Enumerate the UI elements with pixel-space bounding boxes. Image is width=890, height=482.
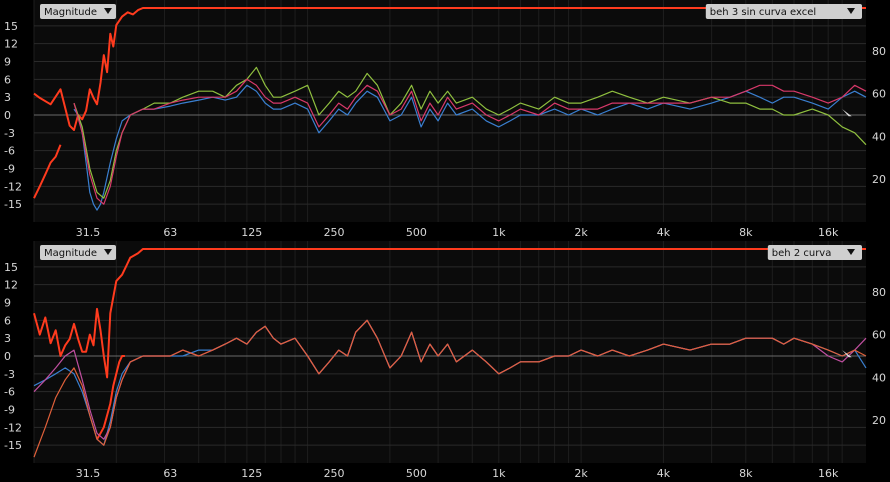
x-tick-label: 500: [406, 226, 427, 239]
y-tick-label: -6: [4, 145, 15, 158]
y-tick-label: 15: [4, 261, 18, 274]
x-tick-label: 2k: [574, 467, 588, 480]
y-tick-label: -9: [4, 404, 15, 417]
y-tick-label: 0: [4, 350, 11, 363]
y-tick-label: 12: [4, 279, 18, 292]
magnitude-chart-bottom[interactable]: 15129630-3-6-9-12-158060402031.5 63 125 250…: [0, 241, 890, 482]
y-right-tick-label: 20: [872, 173, 886, 186]
y-tick-label: -12: [4, 180, 22, 193]
x-tick-label: 31.5: [76, 226, 101, 239]
y-tick-label: 6: [4, 314, 11, 327]
y-tick-label: -12: [4, 421, 22, 434]
magnitude-panel-top: 15 12 9 6 3 0 -3 -6 -9 -12 -15 80 60 40 20 31.5 63 125 250…: [0, 0, 890, 241]
y-tick-label: -3: [4, 368, 15, 381]
x-tick-label: 250: [324, 226, 345, 239]
magnitude-dropdown-label: Magnitude: [44, 248, 97, 259]
x-tick-label: 16k: [818, 226, 839, 239]
y-tick-label: 9: [4, 56, 11, 69]
trace-dropdown-label: beh 2 curva: [772, 248, 832, 259]
x-tick-label: 125: [241, 226, 262, 239]
magnitude-dropdown[interactable]: Magnitude: [40, 245, 116, 260]
y-tick-label: 3: [4, 91, 11, 104]
x-tick-label: 8k: [739, 467, 753, 480]
y-tick-label: 15: [4, 20, 18, 33]
x-tick-label: 4k: [657, 467, 671, 480]
x-tick-label: 31.5: [76, 467, 101, 480]
y-right-tick-label: 60: [872, 88, 886, 101]
magnitude-dropdown[interactable]: Magnitude: [40, 4, 116, 19]
y-tick-label: -6: [4, 386, 15, 399]
y-tick-label: 9: [4, 297, 11, 310]
y-tick-label: 3: [4, 332, 11, 345]
x-tick-label: 8k: [739, 226, 753, 239]
y-right-tick-label: 40: [872, 371, 886, 384]
y-right-tick-label: 60: [872, 329, 886, 342]
y-tick-label: -3: [4, 127, 15, 140]
y-tick-label: 12: [4, 38, 18, 51]
trace-dropdown[interactable]: beh 2 curva: [767, 245, 862, 260]
x-tick-label: 63: [163, 467, 177, 480]
y-right-tick-label: 80: [872, 286, 886, 299]
y-tick-label: 6: [4, 73, 11, 86]
magnitude-panel-bottom: 15 12 9 6 3 0 -3 -6 -9 -12 -15 80 60 40 20 31.5 63 125 250…: [0, 241, 890, 482]
y-right-tick-label: 80: [872, 45, 886, 58]
x-tick-label: 1k: [492, 226, 506, 239]
x-tick-label: 250: [324, 467, 345, 480]
x-tick-label: 4k: [657, 226, 671, 239]
y-tick-label: 0: [4, 109, 11, 122]
y-tick-label: -15: [4, 439, 22, 452]
y-tick-label: -15: [4, 198, 22, 211]
analyzer-window: 15 12 9 6 3 0 -3 -6 -9 -12 -15 80 60 40 20 31.5 63 125 250…: [0, 0, 890, 482]
y-right-tick-label: 40: [872, 130, 886, 143]
x-tick-label: 16k: [818, 467, 839, 480]
x-tick-label: 2k: [574, 226, 588, 239]
x-tick-label: 125: [241, 467, 262, 480]
x-tick-label: 1k: [492, 467, 506, 480]
y-right-tick-label: 20: [872, 414, 886, 427]
x-tick-label: 500: [406, 467, 427, 480]
trace-dropdown-label: beh 3 sin curva excel: [710, 7, 816, 18]
x-tick-label: 63: [163, 226, 177, 239]
trace-dropdown[interactable]: beh 3 sin curva excel: [705, 4, 862, 19]
magnitude-chart-top[interactable]: 15129630-3-6-9-12-158060402031.5 63 125 250…: [0, 0, 890, 241]
magnitude-dropdown-label: Magnitude: [44, 7, 97, 18]
y-tick-label: -9: [4, 163, 15, 176]
